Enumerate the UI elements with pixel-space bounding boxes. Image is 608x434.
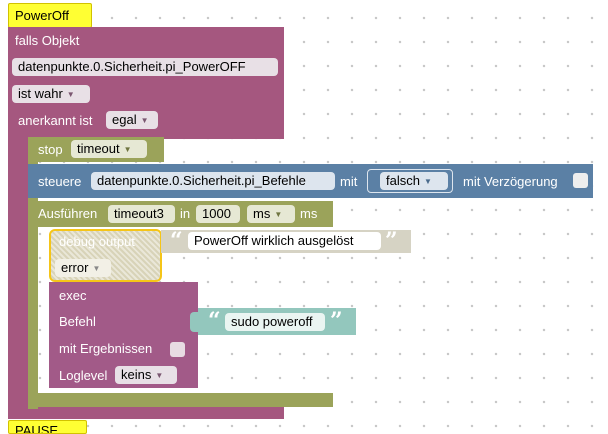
timeout-name-value: timeout3 <box>114 206 164 221</box>
open-quote-icon: “ <box>208 308 221 334</box>
hat-pause-label: PAUSE <box>15 423 59 434</box>
debug-level-value: error <box>61 260 89 275</box>
timeout-in-label: in <box>180 206 191 221</box>
stop-timeout-dropdown[interactable]: timeout ▼ <box>71 140 147 158</box>
dropdown-arrow-icon: ▼ <box>123 145 132 154</box>
debug-level-dropdown[interactable]: error ▼ <box>55 259 111 277</box>
close-quote-icon: ” <box>330 308 343 334</box>
hat-label: PowerOff <box>15 8 69 23</box>
hat-block-poweroff[interactable]: PowerOff <box>8 3 92 28</box>
stop-left-rail <box>28 161 38 409</box>
control-value-dropdown[interactable]: falsch ▼ <box>380 172 448 190</box>
exec-label: exec <box>59 288 87 303</box>
exec-loglevel-value: keins <box>121 367 152 382</box>
control-with-label: mit <box>340 174 358 189</box>
trigger-object-value: datenpunkte.0.Sicherheit.pi_PowerOFF <box>18 59 246 74</box>
exec-command-field[interactable]: sudo poweroff <box>225 313 325 331</box>
dropdown-arrow-icon: ▼ <box>423 177 432 186</box>
timeout-label: Ausführen <box>38 206 98 221</box>
dropdown-arrow-icon: ▼ <box>92 264 101 273</box>
close-quote-icon: ” <box>385 228 398 254</box>
exec-command-value: sudo poweroff <box>231 314 313 329</box>
exec-command-label: Befehl <box>59 314 96 329</box>
ack-dropdown[interactable]: egal ▼ <box>106 111 158 129</box>
debug-text-field[interactable]: PowerOff wirklich ausgelöst <box>188 232 381 250</box>
control-object-value: datenpunkte.0.Sicherheit.pi_Befehle <box>97 173 306 188</box>
ack-label: anerkannt ist <box>18 113 93 128</box>
timeout-name-field[interactable]: timeout3 <box>108 205 175 223</box>
timeout-value: 1000 <box>202 206 231 221</box>
control-label: steuere <box>38 174 82 189</box>
exec-results-checkbox[interactable] <box>170 342 185 357</box>
open-quote-icon: “ <box>170 228 183 254</box>
blockly-workspace[interactable]: { "hat": {"label": "PowerOff"}, "hat_bot… <box>0 0 608 434</box>
dropdown-arrow-icon: ▼ <box>155 371 164 380</box>
trigger-condition-value: ist wahr <box>18 86 63 101</box>
timeout-unit-suffix: ms <box>300 206 318 221</box>
stop-label: stop <box>38 142 63 157</box>
trigger-left-rail <box>8 138 28 410</box>
trigger-object-field[interactable]: datenpunkte.0.Sicherheit.pi_PowerOFF <box>12 58 278 76</box>
exec-results-label: mit Ergebnissen <box>59 341 153 356</box>
stop-bottom-bar <box>28 393 333 407</box>
timeout-value-field[interactable]: 1000 <box>196 205 240 223</box>
control-delay-label: mit Verzögerung <box>463 174 558 189</box>
dropdown-arrow-icon: ▼ <box>66 90 75 99</box>
debug-label: debug output <box>59 234 135 249</box>
timeout-unit-dropdown[interactable]: ms ▼ <box>247 205 295 223</box>
hat-block-pause[interactable]: PAUSE <box>8 420 87 434</box>
ack-value: egal <box>112 112 137 127</box>
trigger-bottom-bar <box>8 407 284 419</box>
exec-loglevel-label: Loglevel <box>59 368 108 383</box>
timeout-unit-value: ms <box>253 206 271 221</box>
exec-loglevel-dropdown[interactable]: keins ▼ <box>115 366 177 384</box>
debug-text-value: PowerOff wirklich ausgelöst <box>194 233 354 248</box>
control-delay-checkbox[interactable] <box>573 173 588 188</box>
control-value-text: falsch <box>386 173 420 188</box>
dropdown-arrow-icon: ▼ <box>274 210 283 219</box>
trigger-condition-dropdown[interactable]: ist wahr ▼ <box>12 85 90 103</box>
control-object-field[interactable]: datenpunkte.0.Sicherheit.pi_Befehle <box>91 172 335 190</box>
stop-timeout-value: timeout <box>77 141 120 156</box>
dropdown-arrow-icon: ▼ <box>140 116 149 125</box>
trigger-header: falls Objekt <box>15 33 80 48</box>
